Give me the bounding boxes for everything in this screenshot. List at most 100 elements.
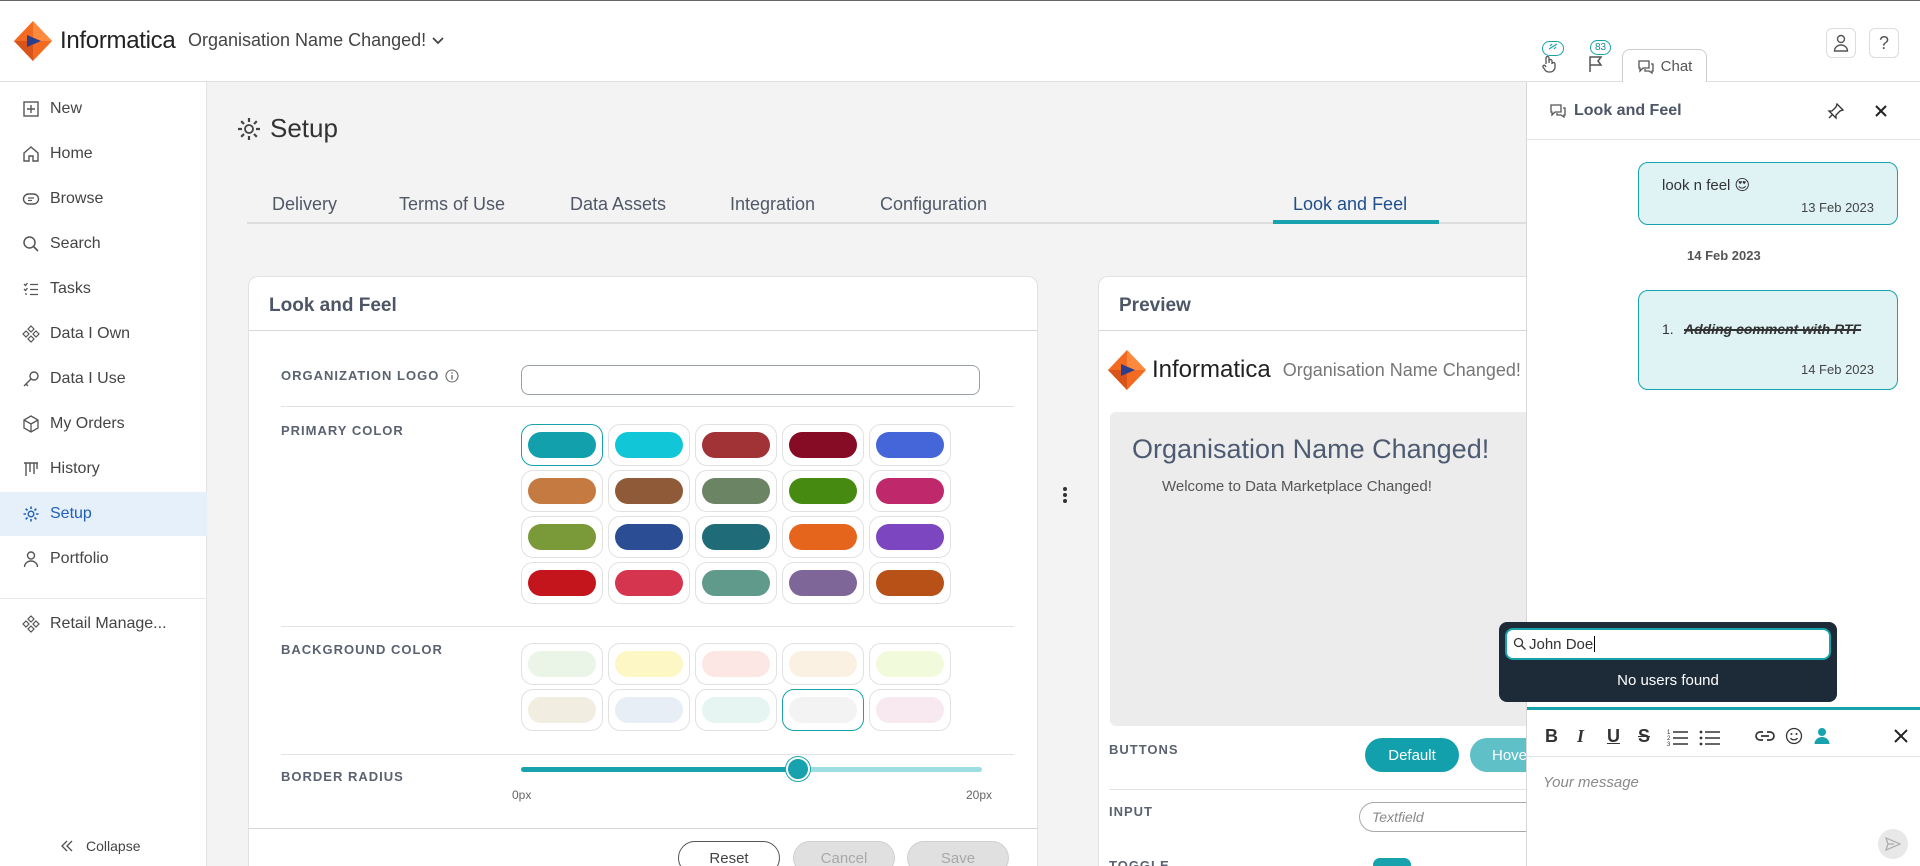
org-logo-input[interactable] xyxy=(521,365,980,395)
numbered-list-icon[interactable]: 123 xyxy=(1667,728,1689,746)
user-profile-button[interactable] xyxy=(1826,28,1856,58)
sidebar-item-my-orders[interactable]: My Orders xyxy=(0,402,207,446)
mention-user-icon[interactable] xyxy=(1814,727,1830,745)
plus-box-icon xyxy=(23,101,39,117)
color-swatch[interactable] xyxy=(521,516,603,558)
color-swatch[interactable] xyxy=(608,689,690,731)
reset-button[interactable]: Reset xyxy=(678,841,780,866)
slider-thumb[interactable] xyxy=(785,757,810,781)
collapse-button[interactable]: Collapse xyxy=(60,838,140,854)
color-swatch[interactable] xyxy=(869,470,951,512)
border-radius-slider[interactable] xyxy=(521,757,982,781)
preview-hero-subtitle: Welcome to Data Marketplace Changed! xyxy=(1162,478,1432,495)
sidebar-item-home[interactable]: Home xyxy=(0,132,207,176)
sidebar-item-search[interactable]: Search xyxy=(0,222,207,266)
info-icon[interactable] xyxy=(445,368,459,383)
color-swatch[interactable] xyxy=(869,516,951,558)
tab-delivery[interactable]: Delivery xyxy=(272,194,337,215)
tab-data-assets[interactable]: Data Assets xyxy=(570,194,666,215)
mention-query: John Doe xyxy=(1529,635,1594,653)
preview-textfield[interactable]: Textfield xyxy=(1359,802,1529,832)
close-composer-icon[interactable] xyxy=(1893,728,1909,744)
color-swatch[interactable] xyxy=(782,470,864,512)
preview-default-button[interactable]: Default xyxy=(1365,738,1459,772)
link-icon[interactable] xyxy=(1754,729,1776,743)
chat-tab[interactable]: Chat xyxy=(1622,49,1707,83)
color-swatch[interactable] xyxy=(869,643,951,685)
sidebar-item-retail-manage[interactable]: Retail Manage... xyxy=(0,602,207,646)
mention-search-input[interactable]: John Doe xyxy=(1505,628,1831,660)
color-swatch[interactable] xyxy=(608,516,690,558)
color-swatch[interactable] xyxy=(521,643,603,685)
chat-message: look n feel 😍 13 Feb 2023 xyxy=(1638,162,1898,225)
sidebar-item-new[interactable]: New xyxy=(0,87,207,131)
swatch-fill xyxy=(615,697,683,723)
color-swatch[interactable] xyxy=(782,689,864,731)
color-swatch[interactable] xyxy=(695,516,777,558)
strikethrough-icon[interactable]: S xyxy=(1638,726,1650,747)
search-icon xyxy=(23,236,39,252)
flag-icon[interactable] xyxy=(1585,53,1607,75)
send-button[interactable] xyxy=(1878,829,1908,859)
color-swatch[interactable] xyxy=(521,562,603,604)
color-swatch[interactable] xyxy=(869,562,951,604)
help-button[interactable]: ? xyxy=(1869,28,1899,58)
swatch-fill xyxy=(876,651,944,677)
swatch-fill xyxy=(615,570,683,596)
underline-icon[interactable]: U xyxy=(1607,726,1620,747)
sidebar-item-label: Portfolio xyxy=(50,550,109,567)
cancel-button[interactable]: Cancel xyxy=(793,841,895,866)
pin-icon[interactable] xyxy=(1827,102,1845,120)
sidebar-item-browse[interactable]: Browse xyxy=(0,177,207,221)
tab-integration[interactable]: Integration xyxy=(730,194,815,215)
bulleted-list-icon[interactable] xyxy=(1699,728,1721,746)
color-swatch[interactable] xyxy=(521,470,603,512)
more-options-icon[interactable] xyxy=(1063,487,1067,503)
color-swatch[interactable] xyxy=(695,689,777,731)
tab-terms-of-use[interactable]: Terms of Use xyxy=(399,194,505,215)
color-swatch[interactable] xyxy=(608,643,690,685)
color-swatch[interactable] xyxy=(521,689,603,731)
preview-org-name: Organisation Name Changed! xyxy=(1282,359,1521,380)
color-swatch[interactable] xyxy=(869,689,951,731)
sidebar-item-tasks[interactable]: Tasks xyxy=(0,267,207,311)
user-icon xyxy=(1833,34,1849,52)
org-switcher[interactable]: Organisation Name Changed! xyxy=(188,30,444,51)
color-swatch[interactable] xyxy=(782,424,864,466)
sidebar-item-portfolio[interactable]: Portfolio xyxy=(0,537,207,581)
emoji-icon[interactable] xyxy=(1785,727,1803,745)
org-logo-label: ORGANIZATION LOGO xyxy=(281,368,459,383)
tab-configuration[interactable]: Configuration xyxy=(880,194,987,215)
chat-title: Look and Feel xyxy=(1574,102,1682,119)
color-swatch[interactable] xyxy=(782,562,864,604)
color-swatch[interactable] xyxy=(782,643,864,685)
preview-toggle[interactable] xyxy=(1373,858,1411,866)
sidebar-divider xyxy=(0,598,207,599)
sidebar-item-data-i-use[interactable]: Data I Use xyxy=(0,357,207,401)
color-swatch[interactable] xyxy=(608,470,690,512)
row-divider xyxy=(281,406,1014,407)
sidebar-item-setup[interactable]: Setup xyxy=(0,492,207,536)
hand-pointer-icon[interactable] xyxy=(1538,53,1560,75)
color-swatch[interactable] xyxy=(608,424,690,466)
color-swatch[interactable] xyxy=(869,424,951,466)
tab-look-and-feel[interactable]: Look and Feel xyxy=(1293,194,1407,215)
color-swatch[interactable] xyxy=(695,424,777,466)
italic-icon[interactable]: I xyxy=(1577,726,1584,747)
color-swatch[interactable] xyxy=(521,424,603,466)
sidebar: New Home Browse Search Tasks Data I Own … xyxy=(0,82,207,866)
color-swatch[interactable] xyxy=(782,516,864,558)
bold-icon[interactable]: B xyxy=(1545,726,1558,747)
color-swatch[interactable] xyxy=(695,643,777,685)
color-swatch[interactable] xyxy=(695,562,777,604)
sidebar-item-history[interactable]: History xyxy=(0,447,207,491)
sidebar-item-data-i-own[interactable]: Data I Own xyxy=(0,312,207,356)
close-icon[interactable] xyxy=(1873,103,1889,119)
sidebar-item-label: Data I Use xyxy=(50,370,126,387)
message-date: 13 Feb 2023 xyxy=(1800,200,1874,215)
informatica-logo[interactable]: Informatica xyxy=(14,21,176,61)
color-swatch[interactable] xyxy=(608,562,690,604)
color-swatch[interactable] xyxy=(695,470,777,512)
message-input[interactable]: Your message xyxy=(1537,762,1907,852)
save-button[interactable]: Save xyxy=(907,841,1009,866)
